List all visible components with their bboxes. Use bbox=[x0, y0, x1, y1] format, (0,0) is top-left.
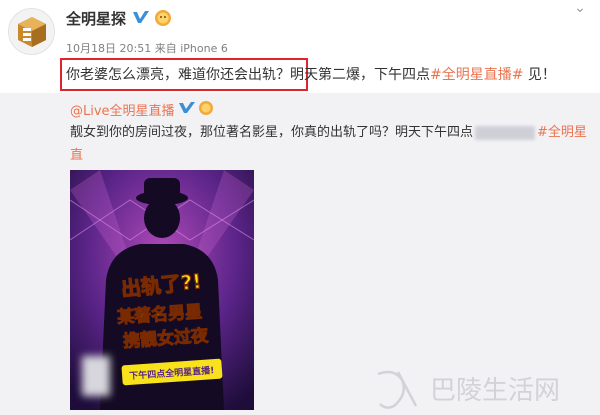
svg-text:巴陵生活网: 巴陵生活网 bbox=[430, 376, 560, 406]
close-icon[interactable]: ⌄ bbox=[572, 1, 588, 15]
post-meta: 10月18日 20:51 来自 iPhone 6 bbox=[66, 40, 228, 56]
blurred-region bbox=[82, 356, 110, 396]
hashtag-link[interactable]: #全明星直播# bbox=[430, 67, 523, 83]
post-text: 你老婆怎么漂亮，难道你还会出轨？明天第二爆，下午四点#全明星直播# 见！ bbox=[66, 64, 556, 86]
repost-username[interactable]: @Live全明星直播 bbox=[70, 100, 175, 119]
verified-v-icon bbox=[133, 11, 149, 23]
username[interactable]: 全明星探 bbox=[66, 8, 126, 29]
site-watermark: 巴陵生活网 bbox=[377, 370, 560, 409]
post-text-highlighted: 你老婆怎么漂亮，难道你还会出轨？ bbox=[66, 67, 290, 83]
post-date[interactable]: 10月18日 20:51 bbox=[66, 42, 151, 55]
post-text-rest: 明天第二爆，下午四点 bbox=[290, 67, 430, 83]
post-device[interactable]: iPhone 6 bbox=[180, 42, 228, 55]
fan-badge-icon bbox=[199, 101, 213, 115]
avatar[interactable] bbox=[8, 8, 55, 55]
source-prefix: 来自 bbox=[154, 42, 177, 55]
blurred-text bbox=[475, 125, 536, 140]
repost-text-a: 靓女到你的房间过夜，那位著名影星，你真的出轨了吗？明天下午四点 bbox=[70, 125, 474, 140]
avatar-logo-icon bbox=[17, 16, 46, 47]
verified-v-icon bbox=[179, 102, 195, 113]
post-text-end: 见！ bbox=[527, 67, 556, 83]
fan-badge-icon bbox=[155, 10, 171, 26]
